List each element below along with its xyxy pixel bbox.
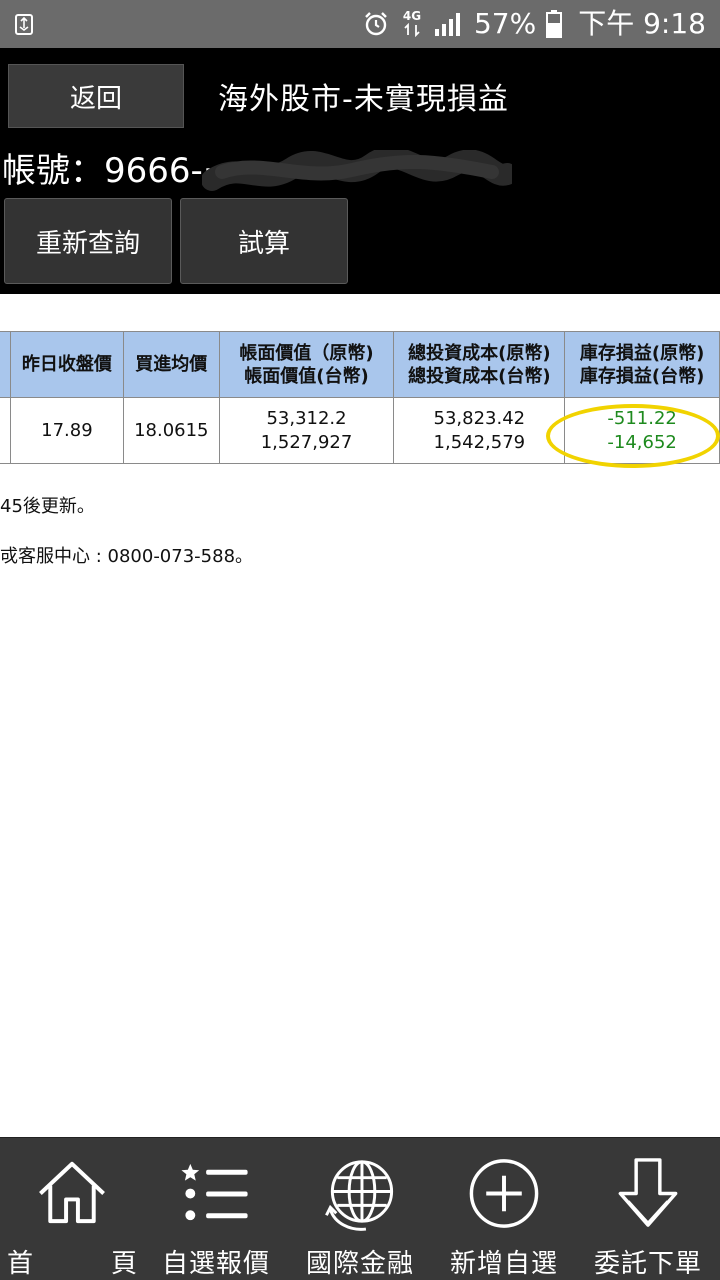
account-row: 帳號：9666-· xyxy=(0,146,720,196)
add-circle-icon xyxy=(469,1159,539,1228)
header-book-value-orig: 帳面價值（原幣) xyxy=(239,342,374,364)
cell-cut-off xyxy=(0,397,11,464)
cell-prev-close: 17.89 xyxy=(9,397,124,464)
watchlist-icon xyxy=(181,1163,248,1221)
header-pnl-orig: 庫存損益(原幣) xyxy=(579,342,705,364)
cell-book-value-orig: 53,312.2 xyxy=(266,407,347,429)
redaction-scribble xyxy=(202,150,512,191)
status-bar: 4G 57% 下午 9:18 xyxy=(0,0,720,48)
app-root: 4G 57% 下午 9:18 返回 海外股市-未實現損益 帳號：9666-· 重… xyxy=(0,0,720,1280)
calculate-button[interactable]: 試算 xyxy=(180,198,348,284)
nav-label-place-order: 委託下單 xyxy=(593,1249,702,1279)
header-pnl: 庫存損益(原幣) 庫存損益(台幣) xyxy=(564,331,720,398)
nav-label-home: 首 頁 xyxy=(6,1249,163,1279)
header-total-cost: 總投資成本(原幣) 總投資成本(台幣) xyxy=(393,331,566,398)
pnl-table: 昨日收盤價 買進均價 帳面價值（原幣) 帳面價值(台幣) 總投資成本(原幣) 總… xyxy=(0,331,720,464)
status-right-group: 4G 57% 下午 9:18 xyxy=(362,0,706,48)
order-arrow-icon xyxy=(618,1158,678,1227)
cell-avg-buy: 18.0615 xyxy=(122,397,220,464)
header-total-cost-orig: 總投資成本(原幣) xyxy=(408,342,551,364)
home-icon xyxy=(39,1161,105,1224)
cell-total-cost: 53,823.42 1,542,579 xyxy=(393,397,566,464)
cell-pnl-twd: -14,652 xyxy=(607,431,677,453)
bottom-nav: 首 頁 自選報價 國際金融 新增自選 委託下單 xyxy=(0,1137,720,1280)
header-avg-buy: 買進均價 xyxy=(122,331,220,398)
data-arrows-icon xyxy=(404,22,420,38)
page-header: 返回 海外股市-未實現損益 帳號：9666-· 重新查詢 試算 xyxy=(0,48,720,294)
network-type-text: 4G xyxy=(402,9,422,23)
header-book-value-twd: 帳面價值(台幣) xyxy=(244,365,369,387)
header-pnl-twd: 庫存損益(台幣) xyxy=(579,365,705,387)
header-total-cost-twd: 總投資成本(台幣) xyxy=(408,365,551,387)
battery-percent: 57% xyxy=(473,7,537,40)
nav-item-watchlist[interactable]: 自選報價 xyxy=(144,1138,288,1280)
signal-strength-icon xyxy=(434,13,460,36)
back-button[interactable]: 返回 xyxy=(8,64,184,128)
cell-pnl: -511.22 -14,652 xyxy=(564,397,720,464)
cell-book-value-twd: 1,527,927 xyxy=(260,431,353,453)
clock-time: 下午 9:18 xyxy=(578,7,706,40)
nav-item-add-watchlist[interactable]: 新增自選 xyxy=(432,1138,576,1280)
cell-pnl-orig: -511.22 xyxy=(607,407,677,429)
nav-item-home[interactable]: 首 頁 xyxy=(0,1138,144,1280)
nav-item-place-order[interactable]: 委託下單 xyxy=(576,1138,720,1280)
nav-item-international[interactable]: 國際金融 xyxy=(288,1138,432,1280)
update-note: 45後更新。 xyxy=(0,496,95,517)
battery-icon xyxy=(546,10,563,38)
table-header-row: 昨日收盤價 買進均價 帳面價值（原幣) 帳面價值(台幣) 總投資成本(原幣) 總… xyxy=(0,331,720,398)
globe-icon xyxy=(325,1160,394,1231)
nav-label-add-watchlist: 新增自選 xyxy=(449,1249,558,1279)
account-number-label: 帳號：9666-· xyxy=(2,151,214,191)
header-cut-off xyxy=(0,331,11,398)
cell-total-cost-twd: 1,542,579 xyxy=(433,431,526,453)
table-row: 17.89 18.0615 53,312.2 1,527,927 53,823.… xyxy=(0,397,720,464)
network-type-indicator: 4G xyxy=(400,9,424,39)
nav-label-international: 國際金融 xyxy=(305,1249,414,1279)
service-contact-note: 戓客服中心 : 0800-073-588。 xyxy=(0,546,254,567)
pnl-table-container: 昨日收盤價 買進均價 帳面價值（原幣) 帳面價值(台幣) 總投資成本(原幣) 總… xyxy=(0,331,720,464)
header-book-value: 帳面價值（原幣) 帳面價值(台幣) xyxy=(218,331,395,398)
cell-book-value: 53,312.2 1,527,927 xyxy=(218,397,395,464)
requery-button[interactable]: 重新查詢 xyxy=(4,198,172,284)
header-prev-close: 昨日收盤價 xyxy=(9,331,124,398)
alarm-clock-icon xyxy=(365,12,387,36)
recycle-notification-icon xyxy=(15,14,33,35)
nav-label-watchlist: 自選報價 xyxy=(161,1249,270,1279)
page-title: 海外股市-未實現損益 xyxy=(218,82,509,117)
cell-total-cost-orig: 53,823.42 xyxy=(433,407,526,429)
